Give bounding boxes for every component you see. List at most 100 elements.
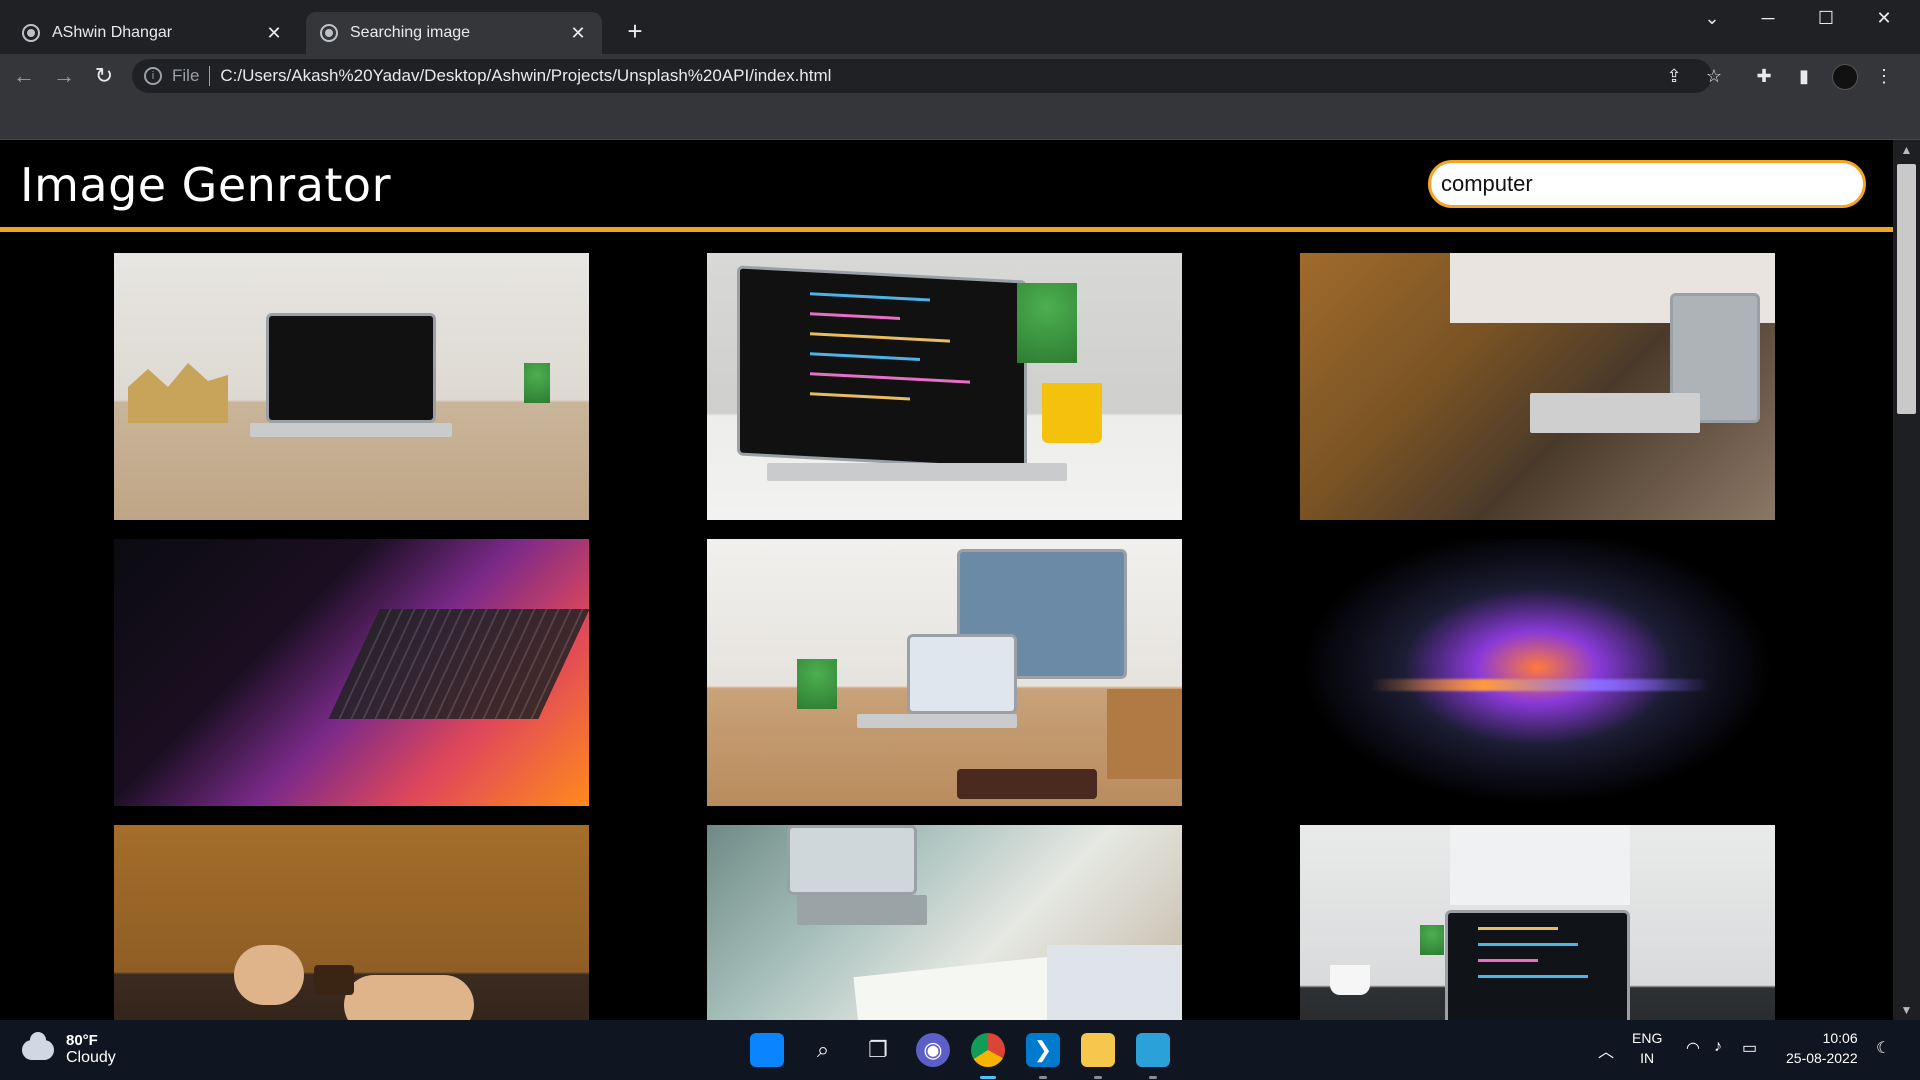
search-icon[interactable]: ⌕ [806,1033,840,1067]
close-tab-icon[interactable]: ✕ [264,23,284,44]
laptop-base [250,423,452,437]
hand [234,945,304,1005]
scroll-up-icon[interactable]: ▲ [1893,140,1920,160]
tab-ashwin[interactable]: AShwin Dhangar ✕ [8,12,298,54]
task-view-icon[interactable]: ❐ [861,1033,895,1067]
watch [314,965,354,995]
date: 25-08-2022 [1786,1050,1858,1066]
code-line [1478,927,1558,930]
image-card[interactable] [707,539,1182,806]
reload-icon[interactable]: ↻ [90,62,118,90]
cup [1330,965,1370,995]
browser-chrome: AShwin Dhangar ✕ Searching image ✕ + ⌄ ─… [0,0,1920,140]
laptop-screen [737,265,1027,471]
forward-icon[interactable]: → [50,62,78,90]
clock[interactable]: 10:06 25-08-2022 [1786,1028,1858,1068]
image-card[interactable] [707,825,1182,1020]
image-card[interactable] [1300,253,1775,520]
code-line [810,352,920,361]
avatar[interactable] [1832,64,1858,90]
scroll-down-icon[interactable]: ▼ [1893,1000,1920,1020]
plant [797,659,837,709]
language-indicator[interactable]: ENG IN [1632,1028,1662,1068]
side-panel-icon[interactable]: ▮ [1790,62,1818,90]
chevron-up-icon[interactable]: ︿ [1598,1038,1614,1062]
laptop-base [797,895,927,925]
laptop-screen [1445,910,1630,1020]
time: 10:06 [1822,1030,1858,1046]
search-input[interactable] [1428,160,1866,208]
active-app-indicator [980,1076,996,1079]
page-scrollbar[interactable]: ▲ ▼ [1893,140,1920,1020]
code-line [1478,975,1588,978]
laptop-base [767,463,1067,481]
cloud-icon [22,1031,54,1060]
chevron-down-icon[interactable]: ⌄ [1692,8,1732,29]
bookmark-bar [0,98,1920,140]
tab-title: AShwin Dhangar [52,24,173,41]
extensions-icon[interactable]: ✚ [1750,62,1778,90]
code-line [810,312,900,320]
plant [524,363,550,403]
battery-icon[interactable]: ▭ [1742,1038,1757,1058]
volume-icon[interactable]: ♪ [1714,1038,1722,1056]
plant [1420,925,1444,955]
weather-condition: Cloudy [66,1049,116,1066]
windows-start-icon[interactable] [750,1033,784,1067]
image-card[interactable] [1300,539,1775,806]
tab-searching-image[interactable]: Searching image ✕ [306,12,602,54]
plus-icon[interactable]: + [620,16,650,46]
address-bar[interactable]: i File C:/Users/Akash%20Yadav/Desktop/As… [132,59,1712,93]
code-line [810,372,970,384]
image-card[interactable] [1300,825,1775,1020]
language-line1: ENG [1632,1030,1663,1046]
menu-icon[interactable]: ⋮ [1870,62,1898,90]
file-explorer-icon[interactable] [1081,1033,1115,1067]
url-text[interactable]: C:/Users/Akash%20Yadav/Desktop/Ashwin/Pr… [220,66,831,86]
keyboard [328,609,589,719]
code-line [810,292,930,302]
code-line [1478,959,1538,962]
mouse-pad [957,769,1097,799]
chat-icon[interactable]: ◉ [916,1033,950,1067]
wifi-icon[interactable]: ◠ [1686,1038,1700,1058]
image-card[interactable] [114,825,589,1020]
running-app-indicator [1039,1076,1047,1079]
minimize-icon[interactable]: ─ [1748,8,1788,29]
code-line [810,392,910,401]
page-title: Image Genrator [20,158,391,212]
scrollbar-thumb[interactable] [1897,164,1916,414]
code-line [1478,943,1578,946]
image-card[interactable] [114,253,589,520]
share-icon[interactable]: ⇪ [1660,62,1688,90]
laptop-base [1530,393,1700,433]
back-icon[interactable]: ← [10,62,38,90]
shirt-sleeve [1047,945,1182,1020]
photos-icon[interactable] [1136,1033,1170,1067]
globe-icon [22,24,40,42]
url-scheme: File [172,66,200,85]
image-card[interactable] [707,253,1182,520]
hand [344,975,474,1020]
info-icon[interactable]: i [144,67,162,85]
window-light [1450,825,1630,905]
star-icon[interactable]: ☆ [1700,62,1728,90]
weather-widget[interactable]: 80°F Cloudy [22,1031,116,1067]
chrome-icon[interactable] [971,1033,1005,1067]
laptop-screen [907,634,1017,714]
image-card[interactable] [114,539,589,806]
close-tab-icon[interactable]: ✕ [568,23,588,44]
plant [1017,283,1077,363]
vscode-icon[interactable]: ❯ [1026,1033,1060,1067]
close-window-icon[interactable]: ✕ [1864,8,1904,29]
page-viewport: Image Genrator [0,140,1893,1020]
code-line [810,332,950,343]
wooden-box [1107,689,1182,779]
url-separator [209,66,211,86]
taskbar: 80°F Cloudy ⌕ ❐ ◉ ❯ ︿ ENG IN ◠ ♪ ▭ 10:06… [0,1020,1920,1080]
maximize-icon[interactable]: ☐ [1806,8,1846,29]
laptop-screen [787,825,917,895]
browser-toolbar: ← → ↻ i File C:/Users/Akash%20Yadav/Desk… [0,54,1920,98]
running-app-indicator [1149,1076,1157,1079]
notification-icon[interactable]: ☾ [1876,1038,1890,1058]
